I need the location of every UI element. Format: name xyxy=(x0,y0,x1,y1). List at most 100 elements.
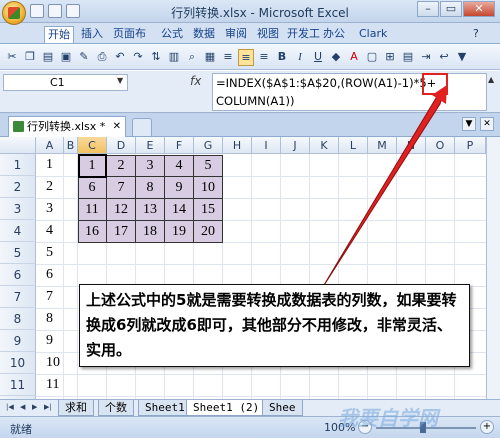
cell[interactable]: 4 xyxy=(36,220,53,242)
sheet-tab[interactable]: Sheet1 (2) xyxy=(186,400,267,416)
expand-formula-icon[interactable]: ▲ xyxy=(488,75,494,84)
cell[interactable]: 7 xyxy=(36,286,53,308)
table-cell[interactable]: 7 xyxy=(107,177,136,199)
help-icon[interactable]: ? xyxy=(470,26,482,43)
save-icon[interactable]: ▣ xyxy=(58,49,74,66)
table-cell[interactable]: 2 xyxy=(107,155,136,177)
cell[interactable]: 8 xyxy=(36,308,53,330)
sort-icon[interactable]: ⇅ xyxy=(148,49,164,66)
cell[interactable]: 1 xyxy=(36,154,53,176)
fill-color-icon[interactable]: ◆ xyxy=(328,49,344,66)
chart-icon[interactable]: ▥ xyxy=(166,49,182,66)
tab-developer[interactable]: 开发工 xyxy=(284,26,323,43)
chevron-down-icon[interactable]: ▼ xyxy=(462,117,476,131)
tab-home[interactable]: 开始 xyxy=(44,26,74,43)
column-header[interactable]: E xyxy=(136,137,165,154)
row-header[interactable]: 4 xyxy=(0,220,36,242)
cut-icon[interactable]: ✂ xyxy=(4,49,20,66)
table-cell[interactable]: 14 xyxy=(165,199,194,221)
next-sheet-icon[interactable]: ▶ xyxy=(32,403,42,411)
document-tab[interactable]: 行列转换.xlsx * ✕ xyxy=(8,116,126,137)
table-cell[interactable]: 13 xyxy=(136,199,165,221)
format-painter-icon[interactable]: ✎ xyxy=(76,49,92,66)
minimize-button[interactable]: – xyxy=(417,1,439,17)
tab-formulas[interactable]: 公式 xyxy=(158,26,186,43)
table-cell[interactable]: 19 xyxy=(165,221,194,243)
tab-review[interactable]: 审阅 xyxy=(222,26,250,43)
cell[interactable]: 5 xyxy=(36,242,53,264)
column-header[interactable]: K xyxy=(310,137,339,154)
redo-icon[interactable] xyxy=(66,4,80,18)
column-header[interactable]: L xyxy=(339,137,368,154)
column-header[interactable]: B xyxy=(64,137,78,154)
bold-button[interactable]: B xyxy=(274,49,290,66)
sheet-tab[interactable]: Sheet1 xyxy=(138,400,192,416)
column-header[interactable]: F xyxy=(165,137,194,154)
print-icon[interactable]: ⎙ xyxy=(94,49,110,66)
close-icon[interactable]: ✕ xyxy=(480,117,494,131)
align-left-icon[interactable]: ≡ xyxy=(220,49,236,66)
prev-sheet-icon[interactable]: ◀ xyxy=(20,403,30,411)
column-header[interactable]: G xyxy=(194,137,223,154)
column-header[interactable]: O xyxy=(426,137,455,154)
table-cell[interactable]: 11 xyxy=(78,199,107,221)
name-box[interactable]: C1 xyxy=(3,74,128,91)
row-header[interactable]: 3 xyxy=(0,198,36,220)
redo-icon[interactable]: ↷ xyxy=(130,49,146,66)
tab-office[interactable]: 办公 xyxy=(320,26,348,43)
tab-page-layout[interactable]: 页面布 xyxy=(110,26,149,43)
row-header[interactable]: 2 xyxy=(0,176,36,198)
underline-button[interactable]: U xyxy=(310,49,326,66)
column-header[interactable]: N xyxy=(397,137,426,154)
paste-icon[interactable]: ▤ xyxy=(40,49,56,66)
close-button[interactable]: ✕ xyxy=(463,1,495,17)
column-header[interactable]: C xyxy=(78,137,107,154)
cell[interactable]: 10 xyxy=(36,352,60,374)
row-header[interactable]: 5 xyxy=(0,242,36,264)
row-header[interactable]: 11 xyxy=(0,374,36,396)
grid-icon[interactable]: ▦ xyxy=(202,49,218,66)
row-header[interactable]: 9 xyxy=(0,330,36,352)
table-cell[interactable]: 3 xyxy=(136,155,165,177)
cell[interactable]: 3 xyxy=(36,198,53,220)
row-header[interactable]: 10 xyxy=(0,352,36,374)
select-all-corner[interactable] xyxy=(0,137,36,154)
undo-icon[interactable] xyxy=(48,4,62,18)
table-cell[interactable]: 10 xyxy=(194,177,223,199)
zoom-in-button[interactable]: + xyxy=(480,420,494,434)
align-center-icon[interactable]: ≡ xyxy=(238,49,254,66)
row-header[interactable]: 6 xyxy=(0,264,36,286)
border-icon[interactable]: ▢ xyxy=(364,49,380,66)
table-cell[interactable]: 6 xyxy=(78,177,107,199)
new-tab-button[interactable] xyxy=(132,118,152,136)
last-sheet-icon[interactable]: ▶| xyxy=(44,403,54,411)
search-icon[interactable]: ⌕ xyxy=(184,49,200,66)
cell[interactable]: 2 xyxy=(36,176,53,198)
first-sheet-icon[interactable]: |◀ xyxy=(6,403,16,411)
undo-icon[interactable]: ↶ xyxy=(112,49,128,66)
filter-icon[interactable]: ▼ xyxy=(454,49,470,66)
tab-insert[interactable]: 插入 xyxy=(78,26,106,43)
cell[interactable]: 6 xyxy=(36,264,53,286)
save-icon[interactable] xyxy=(30,4,44,18)
copy-icon[interactable]: ❐ xyxy=(22,49,38,66)
office-button[interactable] xyxy=(2,1,26,25)
table-cell[interactable]: 8 xyxy=(136,177,165,199)
tab-clark[interactable]: Clark xyxy=(356,26,390,43)
table-cell[interactable]: 15 xyxy=(194,199,223,221)
table-icon[interactable]: ▤ xyxy=(400,49,416,66)
table-cell[interactable]: 4 xyxy=(165,155,194,177)
align-right-icon[interactable]: ≡ xyxy=(256,49,272,66)
tab-view[interactable]: 视图 xyxy=(254,26,282,43)
sheet-tab[interactable]: 求和 xyxy=(58,400,94,416)
table-cell[interactable]: 9 xyxy=(165,177,194,199)
insert-function-icon[interactable]: fx xyxy=(190,74,201,88)
row-header[interactable]: 1 xyxy=(0,154,36,176)
table-cell[interactable]: 5 xyxy=(194,155,223,177)
cell[interactable]: 9 xyxy=(36,330,53,352)
sheet-tab[interactable]: 个数 xyxy=(98,400,134,416)
merge-icon[interactable]: ⊞ xyxy=(382,49,398,66)
table-cell[interactable]: 18 xyxy=(136,221,165,243)
cell[interactable]: 11 xyxy=(36,374,59,396)
column-header[interactable]: D xyxy=(107,137,136,154)
